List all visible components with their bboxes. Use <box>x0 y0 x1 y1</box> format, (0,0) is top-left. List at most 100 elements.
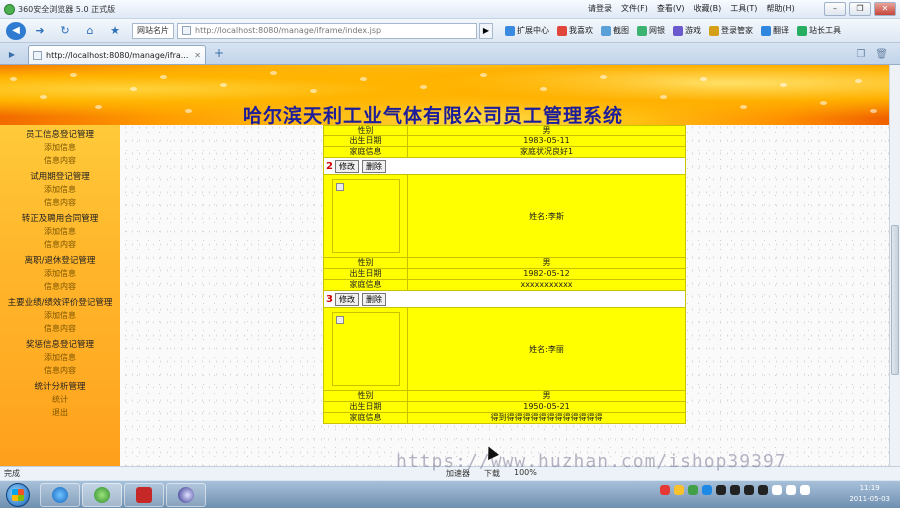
family-label: 家庭信息 <box>324 280 408 290</box>
toolbar-screenshot[interactable]: 截图 <box>601 25 629 36</box>
table-row: 性别 男 <box>323 125 686 136</box>
menu-file[interactable]: 文件(F) <box>621 3 648 14</box>
url-input[interactable] <box>195 26 455 35</box>
sidebar-link-add[interactable]: 添加信息 <box>0 183 120 196</box>
start-button[interactable] <box>6 483 30 507</box>
sidebar-heading: 统计分析管理 <box>34 382 86 392</box>
sidebar-link-content[interactable]: 信息内容 <box>0 364 120 377</box>
sidebar-link-add[interactable]: 添加信息 <box>0 309 120 322</box>
delete-button[interactable]: 删除 <box>362 292 386 306</box>
volume-icon[interactable] <box>800 485 810 495</box>
edit-button[interactable]: 修改 <box>335 292 359 306</box>
toolbar-bank[interactable]: 网银 <box>637 25 665 36</box>
tray-icon[interactable] <box>674 485 684 495</box>
windows-taskbar: 11:19 2011-05-03 <box>0 480 900 508</box>
photo-cell <box>324 175 408 257</box>
page-icon <box>182 26 191 35</box>
toolbar-games[interactable]: 游戏 <box>673 25 701 36</box>
tray-icon[interactable] <box>660 485 670 495</box>
login-link[interactable]: 请登录 <box>588 3 612 14</box>
tray-icon[interactable] <box>744 485 754 495</box>
taskbar-app-red[interactable] <box>124 483 164 507</box>
sidebar-link-add[interactable]: 添加信息 <box>0 225 120 238</box>
sidebar-link-content[interactable]: 信息内容 <box>0 196 120 209</box>
gender-label: 性别 <box>324 258 408 268</box>
back-button[interactable]: ◀ <box>6 21 26 40</box>
site-card-button[interactable]: 网站名片 <box>132 22 174 39</box>
sidebar-link-content[interactable]: 信息内容 <box>0 238 120 251</box>
like-icon <box>557 25 567 36</box>
clock[interactable]: 11:19 2011-05-03 <box>849 483 890 505</box>
table-row: 性别 男 <box>323 391 686 402</box>
header-banner: 哈尔滨天利工业气体有限公司员工管理系统 <box>0 65 889 125</box>
menu-favorites[interactable]: 收藏(B) <box>694 3 722 14</box>
tray-icon[interactable] <box>702 485 712 495</box>
vertical-scrollbar[interactable] <box>889 65 900 466</box>
network-icon[interactable] <box>786 485 796 495</box>
sidebar-heading: 奖惩信息登记管理 <box>25 340 94 350</box>
sidebar-toggle-icon[interactable]: ▶ <box>4 46 20 64</box>
scrollbar-thumb[interactable] <box>891 225 899 375</box>
key-icon <box>709 25 719 36</box>
tab-list-icon[interactable]: ❐ <box>856 49 865 60</box>
menu-tools[interactable]: 工具(T) <box>730 3 757 14</box>
toolbar-webmaster[interactable]: 站长工具 <box>797 25 841 36</box>
tab-close-icon[interactable]: ✕ <box>194 51 201 60</box>
system-tray <box>660 485 810 495</box>
restore-button[interactable]: ❐ <box>849 2 871 16</box>
sidebar-link-add[interactable]: 添加信息 <box>0 141 120 154</box>
tray-icon[interactable] <box>716 485 726 495</box>
close-button[interactable]: ✕ <box>874 2 896 16</box>
table-row: 家庭信息 xxxxxxxxxxx <box>323 280 686 291</box>
sidebar-link-add[interactable]: 添加信息 <box>0 351 120 364</box>
delete-button[interactable]: 删除 <box>362 159 386 173</box>
system-title: 哈尔滨天利工业气体有限公司员工管理系统 <box>243 105 624 125</box>
sidebar-link-logout[interactable]: 退出 <box>0 406 120 419</box>
tab-bar: ▶ http://localhost:8080/manage/ifra... ✕… <box>0 43 900 65</box>
toolbar-extensions[interactable]: 扩展中心 <box>505 25 549 36</box>
tray-icon[interactable] <box>688 485 698 495</box>
tray-icon[interactable] <box>758 485 768 495</box>
window-title: 360安全浏览器 5.0 正式版 <box>18 4 116 14</box>
flag-icon[interactable] <box>772 485 782 495</box>
menu-help[interactable]: 帮助(H) <box>766 3 794 14</box>
taskbar-eclipse[interactable] <box>166 483 206 507</box>
taskbar-ie[interactable] <box>40 483 80 507</box>
address-bar[interactable] <box>177 22 477 39</box>
toolbar-like[interactable]: 我喜欢 <box>557 25 593 36</box>
tray-icon[interactable] <box>730 485 740 495</box>
toolbar-login-manager[interactable]: 登录管家 <box>709 25 753 36</box>
sidebar-link-content[interactable]: 信息内容 <box>0 322 120 335</box>
browser-window: 360安全浏览器 5.0 正式版 请登录 文件(F) 查看(V) 收藏(B) 工… <box>0 0 900 508</box>
sidebar-link-content[interactable]: 信息内容 <box>0 154 120 167</box>
taskbar-360-browser[interactable] <box>82 483 122 507</box>
home-button[interactable]: ⌂ <box>79 22 101 40</box>
screenshot-icon <box>601 25 611 36</box>
menu-view[interactable]: 查看(V) <box>657 3 685 14</box>
sidebar-link-add[interactable]: 添加信息 <box>0 267 120 280</box>
toolbar-translate[interactable]: 翻译 <box>761 25 789 36</box>
minimize-button[interactable]: – <box>824 2 846 16</box>
edit-button[interactable]: 修改 <box>335 159 359 173</box>
photo-row: 姓名:李丽 <box>323 308 686 391</box>
navigation-bar: ◀ ➜ ↻ ⌂ ★ 网站名片 ▶ 扩展中心 我喜欢 截图 网银 游戏 登录管家 … <box>0 19 900 43</box>
sidebar-link-statistics[interactable]: 统计 <box>0 393 120 406</box>
go-button[interactable]: ▶ <box>479 22 493 39</box>
sidebar-group-performance: 主要业绩/绩效评价登记管理 添加信息 信息内容 <box>0 297 120 335</box>
birth-value: 1950-05-21 <box>523 402 570 411</box>
broken-image-icon <box>336 183 344 191</box>
employee-records: 性别 男 出生日期 1983-05-11 家庭信息 家庭状况良好1 2 修改 删… <box>323 125 686 424</box>
trash-icon[interactable]: 🗑 <box>875 49 888 60</box>
games-icon <box>673 25 683 36</box>
tab-active[interactable]: http://localhost:8080/manage/ifra... ✕ <box>28 45 206 64</box>
table-row: 出生日期 1982-05-12 <box>323 269 686 280</box>
new-tab-button[interactable]: + <box>210 46 228 62</box>
sidebar-link-content[interactable]: 信息内容 <box>0 280 120 293</box>
refresh-button[interactable]: ↻ <box>54 22 76 40</box>
translate-icon <box>761 25 771 36</box>
family-value: xxxxxxxxxxx <box>520 280 573 289</box>
toolbar: 扩展中心 我喜欢 截图 网银 游戏 登录管家 翻译 站长工具 <box>505 25 841 36</box>
favorite-star-icon[interactable]: ★ <box>104 22 126 40</box>
sidebar-group-contract: 转正及聘用合同管理 添加信息 信息内容 <box>0 213 120 251</box>
forward-button[interactable]: ➜ <box>29 22 51 40</box>
